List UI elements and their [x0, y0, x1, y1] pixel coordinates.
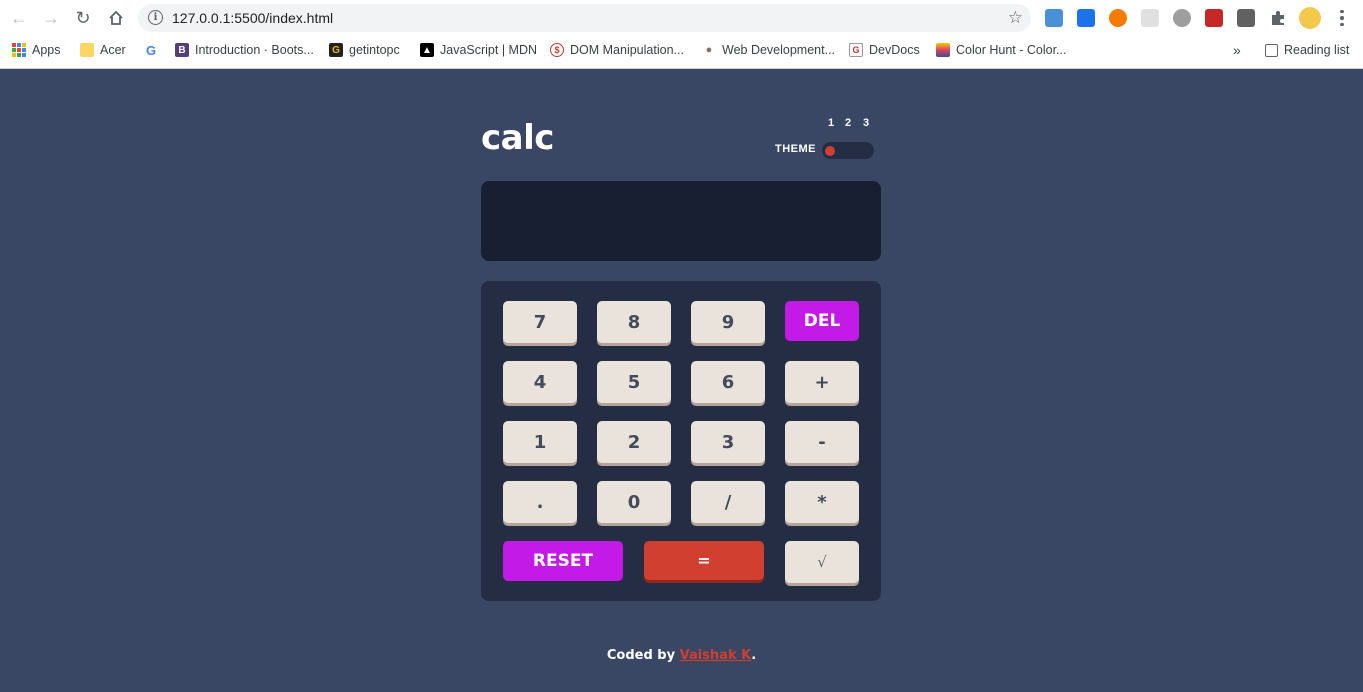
- bookmark-mdn[interactable]: ▲ JavaScript | MDN: [420, 41, 537, 59]
- key-3[interactable]: 3: [691, 421, 765, 463]
- bookmark-label: Web Development...: [722, 43, 836, 57]
- bookmark-bootstrap[interactable]: B Introduction · Boots...: [175, 41, 314, 59]
- key-multiply[interactable]: *: [785, 481, 859, 523]
- key-0[interactable]: 0: [597, 481, 671, 523]
- bookmark-web-development[interactable]: ● Web Development...: [702, 41, 835, 59]
- key-8[interactable]: 8: [597, 301, 671, 343]
- bookmark-label: JavaScript | MDN: [440, 43, 538, 57]
- bookmark-star-icon[interactable]: ☆: [1008, 8, 1023, 28]
- bookmark-label: Introduction · Boots...: [195, 43, 314, 57]
- equals-button[interactable]: =: [644, 541, 764, 580]
- attribution-prefix: Coded by: [606, 648, 676, 663]
- bug-extension-icon[interactable]: [1173, 9, 1191, 27]
- bookmark-getintopc[interactable]: G getintopc: [329, 41, 400, 59]
- bookmark-google[interactable]: G: [144, 41, 158, 59]
- mdn-icon: ▲: [420, 43, 434, 57]
- author-link[interactable]: Vaishak K: [680, 648, 752, 663]
- profile-avatar[interactable]: [1299, 7, 1321, 29]
- forward-icon[interactable]: →: [39, 6, 63, 30]
- calculator-display: [481, 181, 881, 261]
- bookmark-label: DevDocs: [869, 43, 920, 57]
- bookmark-apps[interactable]: Apps: [12, 41, 61, 59]
- browser-menu-icon[interactable]: [1335, 6, 1349, 30]
- key-2[interactable]: 2: [597, 421, 671, 463]
- color-hunt-icon: [936, 43, 950, 57]
- dom-icon: $: [550, 43, 564, 57]
- attribution-footer: Coded by Vaishak K.: [0, 648, 1363, 663]
- bookmarks-bar: Apps Acer G B Introduction · Boots... G …: [0, 36, 1363, 64]
- back-icon[interactable]: ←: [7, 6, 31, 30]
- reset-button[interactable]: RESET: [503, 541, 623, 581]
- key-plus[interactable]: +: [785, 361, 859, 403]
- home-icon[interactable]: [104, 6, 128, 30]
- key-1[interactable]: 1: [503, 421, 577, 463]
- bookmark-dom-manipulation[interactable]: $ DOM Manipulation...: [550, 41, 684, 59]
- key-6[interactable]: 6: [691, 361, 765, 403]
- theme-number-1[interactable]: 1: [828, 117, 834, 129]
- angular-extension-icon[interactable]: [1205, 9, 1223, 27]
- bookmark-label: DOM Manipulation...: [570, 43, 684, 57]
- theme-number-3[interactable]: 3: [863, 117, 869, 129]
- bookmarks-overflow[interactable]: »: [1233, 41, 1241, 59]
- bootstrap-icon: B: [175, 43, 189, 57]
- extension-icon-7[interactable]: [1237, 9, 1255, 27]
- extension-icon-3[interactable]: [1109, 9, 1127, 27]
- bookmark-label: Apps: [32, 43, 61, 57]
- reading-list[interactable]: Reading list: [1265, 41, 1349, 59]
- devdocs-icon: G: [849, 43, 863, 57]
- bookmark-color-hunt[interactable]: Color Hunt - Color...: [936, 41, 1066, 59]
- square-root-button[interactable]: √: [785, 541, 859, 583]
- app-title: calc: [481, 118, 554, 158]
- theme-toggle-knob[interactable]: [825, 146, 835, 156]
- bookmark-devdocs[interactable]: G DevDocs: [849, 41, 920, 59]
- theme-number-2[interactable]: 2: [845, 117, 851, 129]
- browser-chrome: ← → ↻ i 127.0.0.1:5500/index.html ☆ Apps…: [0, 0, 1363, 69]
- reading-list-label: Reading list: [1284, 43, 1350, 57]
- key-decimal[interactable]: .: [503, 481, 577, 523]
- getintopc-icon: G: [329, 43, 343, 57]
- browser-toolbar: ← → ↻ i 127.0.0.1:5500/index.html ☆: [0, 0, 1363, 36]
- bookmark-label: Color Hunt - Color...: [956, 43, 1067, 57]
- extension-icon-4[interactable]: [1141, 9, 1159, 27]
- site-info-icon[interactable]: i: [148, 10, 163, 25]
- attribution-suffix: .: [751, 648, 757, 663]
- key-9[interactable]: 9: [691, 301, 765, 343]
- key-5[interactable]: 5: [597, 361, 671, 403]
- apps-grid-icon: [12, 43, 26, 57]
- address-bar[interactable]: i 127.0.0.1:5500/index.html ☆: [138, 4, 1031, 32]
- reload-icon[interactable]: ↻: [71, 6, 95, 30]
- bookmark-label: getintopc: [349, 43, 400, 57]
- url-text[interactable]: 127.0.0.1:5500/index.html: [172, 10, 333, 26]
- google-icon: G: [145, 42, 157, 58]
- extension-icon-2[interactable]: [1077, 9, 1095, 27]
- key-minus[interactable]: -: [785, 421, 859, 463]
- key-4[interactable]: 4: [503, 361, 577, 403]
- bookmark-label: Acer: [100, 43, 126, 57]
- theme-label: THEME: [775, 143, 816, 155]
- bookmark-acer[interactable]: Acer: [80, 41, 126, 59]
- extensions-puzzle-icon[interactable]: [1269, 9, 1287, 27]
- key-divide[interactable]: /: [691, 481, 765, 523]
- theme-numbers: 1 2 3: [823, 117, 875, 131]
- extension-icon-1[interactable]: [1045, 9, 1063, 27]
- folder-icon: [80, 43, 94, 57]
- reading-list-icon: [1265, 43, 1278, 57]
- keypad: 7 8 9 DEL 4 5 6 + 1 2 3 - . 0 / * RESET …: [481, 281, 881, 601]
- theme-toggle[interactable]: [822, 142, 874, 159]
- key-7[interactable]: 7: [503, 301, 577, 343]
- web-dev-icon: ●: [705, 44, 713, 56]
- delete-button[interactable]: DEL: [785, 301, 859, 341]
